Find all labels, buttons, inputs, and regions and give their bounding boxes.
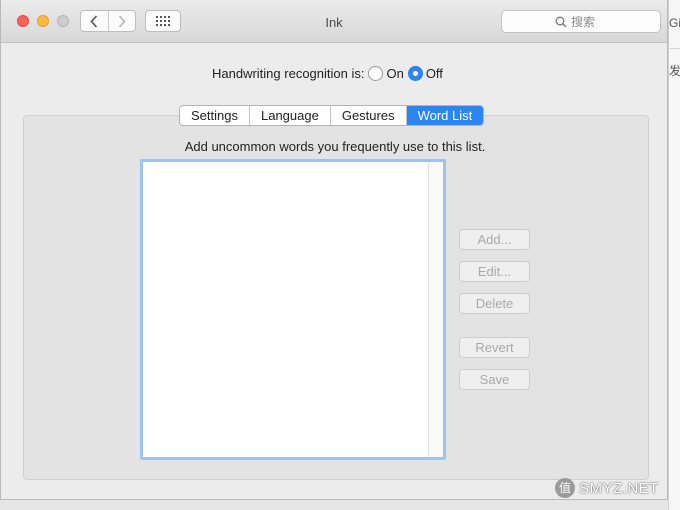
radio-off-label[interactable]: Off [426, 66, 443, 81]
radio-on[interactable] [368, 65, 384, 81]
tab-gestures[interactable]: Gestures [329, 106, 406, 125]
tab-word-list[interactable]: Word List [405, 106, 484, 125]
background-app-divider [668, 48, 680, 49]
add-button[interactable]: Add... [459, 229, 530, 250]
title-bar: Ink [1, 0, 667, 43]
recognition-control: Handwriting recognition is: On Off [212, 64, 443, 82]
radio-on-label[interactable]: On [386, 66, 403, 81]
recognition-label: Handwriting recognition is: [212, 65, 365, 81]
tab-bar: Settings Language Gestures Word List [179, 105, 485, 126]
search-input[interactable] [571, 14, 607, 29]
revert-button[interactable]: Revert [459, 337, 530, 358]
list-scrollbar[interactable] [428, 162, 443, 457]
background-app-text: 发 [669, 64, 680, 78]
edit-button[interactable]: Edit... [459, 261, 530, 282]
tab-language[interactable]: Language [248, 106, 330, 125]
delete-button[interactable]: Delete [459, 293, 530, 314]
background-app-text: Gi [669, 16, 680, 30]
watermark: 值 SMYZ.NET [555, 478, 659, 498]
search-icon [555, 16, 567, 27]
radio-off[interactable] [407, 65, 423, 81]
save-button[interactable]: Save [459, 369, 530, 390]
preferences-window: Ink Handwriting recognition is: On Off S… [0, 0, 668, 500]
search-field[interactable] [501, 10, 661, 33]
watermark-text: SMYZ.NET [579, 479, 659, 497]
word-list-box[interactable] [140, 159, 446, 460]
tab-settings[interactable]: Settings [180, 106, 249, 125]
watermark-badge: 值 [555, 478, 575, 498]
word-list-hint: Add uncommon words you frequently use to… [184, 139, 486, 154]
